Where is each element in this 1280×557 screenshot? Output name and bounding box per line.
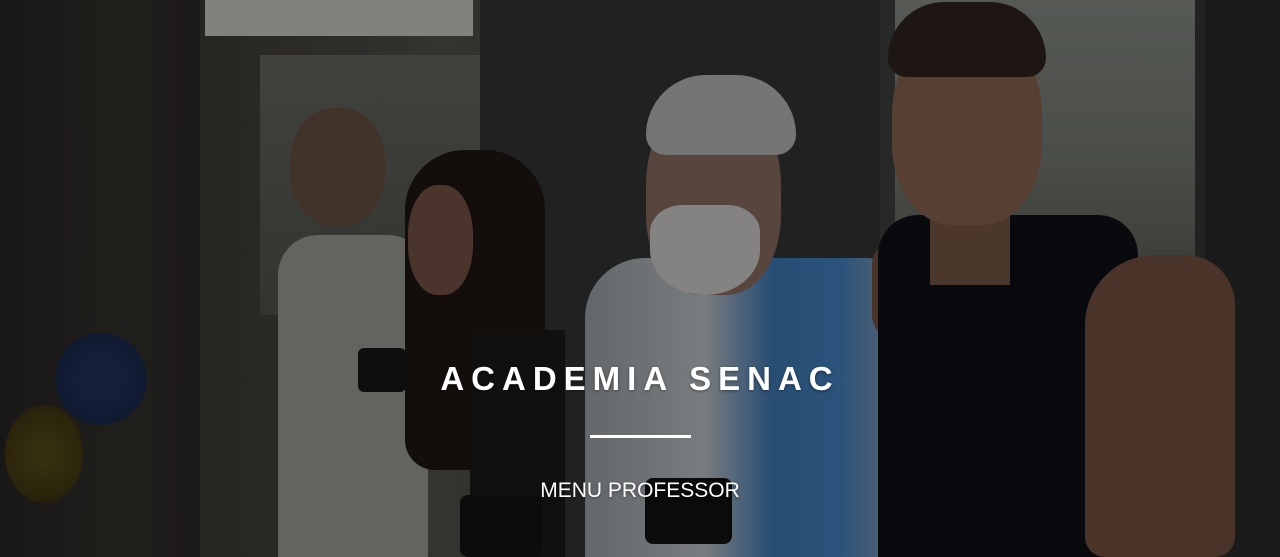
- menu-professor-link[interactable]: MENU PROFESSOR: [0, 478, 1280, 504]
- page-title: ACADEMIA SENAC: [440, 360, 840, 397]
- menu-professor-label[interactable]: MENU PROFESSOR: [540, 479, 740, 502]
- hero-content: ACADEMIA SENAC MENU PROFESSOR: [0, 0, 1280, 557]
- title-divider: [590, 435, 691, 438]
- hero-section: ACADEMIA SENAC MENU PROFESSOR: [0, 0, 1280, 557]
